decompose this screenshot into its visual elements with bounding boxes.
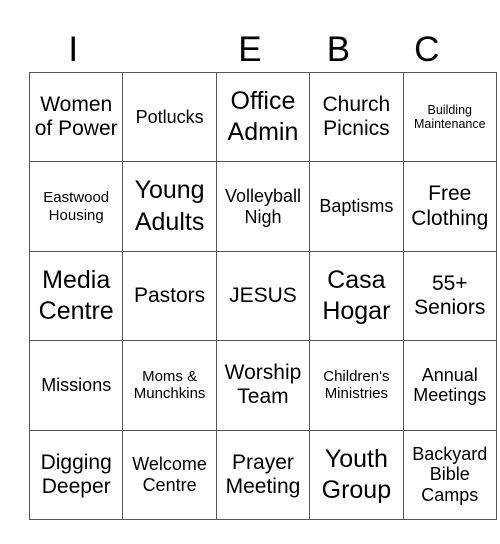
- bingo-cell[interactable]: Women of Power: [28, 71, 124, 163]
- bingo-cell[interactable]: Prayer Meeting: [215, 429, 311, 520]
- bingo-row: Digging Deeper Welcome Centre Prayer Mee…: [28, 429, 497, 520]
- bingo-cell[interactable]: Eastwood Housing: [28, 161, 124, 252]
- bingo-row: Eastwood Housing Young Adults Volleyball…: [28, 161, 497, 252]
- bingo-cell[interactable]: Children's Ministries: [309, 340, 404, 431]
- bingo-row: Women of Power Potlucks Office Admin Chu…: [28, 71, 497, 163]
- bingo-cell[interactable]: Pastors: [122, 250, 217, 342]
- header-letter: B: [326, 30, 351, 69]
- header-letter: E: [238, 30, 262, 69]
- bingo-cell[interactable]: Annual Meetings: [402, 340, 497, 431]
- bingo-cell[interactable]: Youth Group: [309, 429, 404, 520]
- bingo-cell[interactable]: Church Picnics: [309, 71, 404, 163]
- header-letter: C: [414, 30, 440, 69]
- bingo-row: Missions Moms & Munchkins Worship Team C…: [28, 340, 497, 431]
- bingo-cell[interactable]: 55+ Seniors: [402, 250, 497, 342]
- header-letter: [117, 28, 205, 72]
- bingo-card: Women of Power Potlucks Office Admin Chu…: [28, 71, 497, 520]
- bingo-cell[interactable]: Digging Deeper: [28, 429, 124, 520]
- bingo-cell[interactable]: Moms & Munchkins: [122, 340, 217, 431]
- bingo-row: Media Centre Pastors JESUS Casa Hogar 55…: [28, 250, 497, 342]
- bingo-cell[interactable]: Worship Team: [215, 340, 311, 431]
- bingo-cell[interactable]: Building Maintenance: [402, 71, 497, 163]
- bingo-cell[interactable]: Missions: [28, 340, 124, 431]
- bingo-cell[interactable]: Young Adults: [122, 161, 217, 252]
- bingo-cell[interactable]: Welcome Centre: [122, 429, 217, 520]
- bingo-cell[interactable]: JESUS: [215, 250, 311, 342]
- bingo-cell[interactable]: Media Centre: [28, 250, 124, 342]
- bingo-cell[interactable]: Backyard Bible Camps: [402, 429, 497, 520]
- bingo-cell[interactable]: Potlucks: [122, 71, 217, 163]
- bingo-cell[interactable]: Free Clothing: [402, 161, 497, 252]
- bingo-cell[interactable]: Office Admin: [215, 71, 311, 163]
- bingo-header: I E B C: [29, 28, 471, 72]
- bingo-cell[interactable]: Baptisms: [309, 161, 404, 252]
- header-letter: I: [68, 30, 79, 69]
- bingo-cell[interactable]: Volleyball Nigh: [215, 161, 311, 252]
- bingo-cell[interactable]: Casa Hogar: [309, 250, 404, 342]
